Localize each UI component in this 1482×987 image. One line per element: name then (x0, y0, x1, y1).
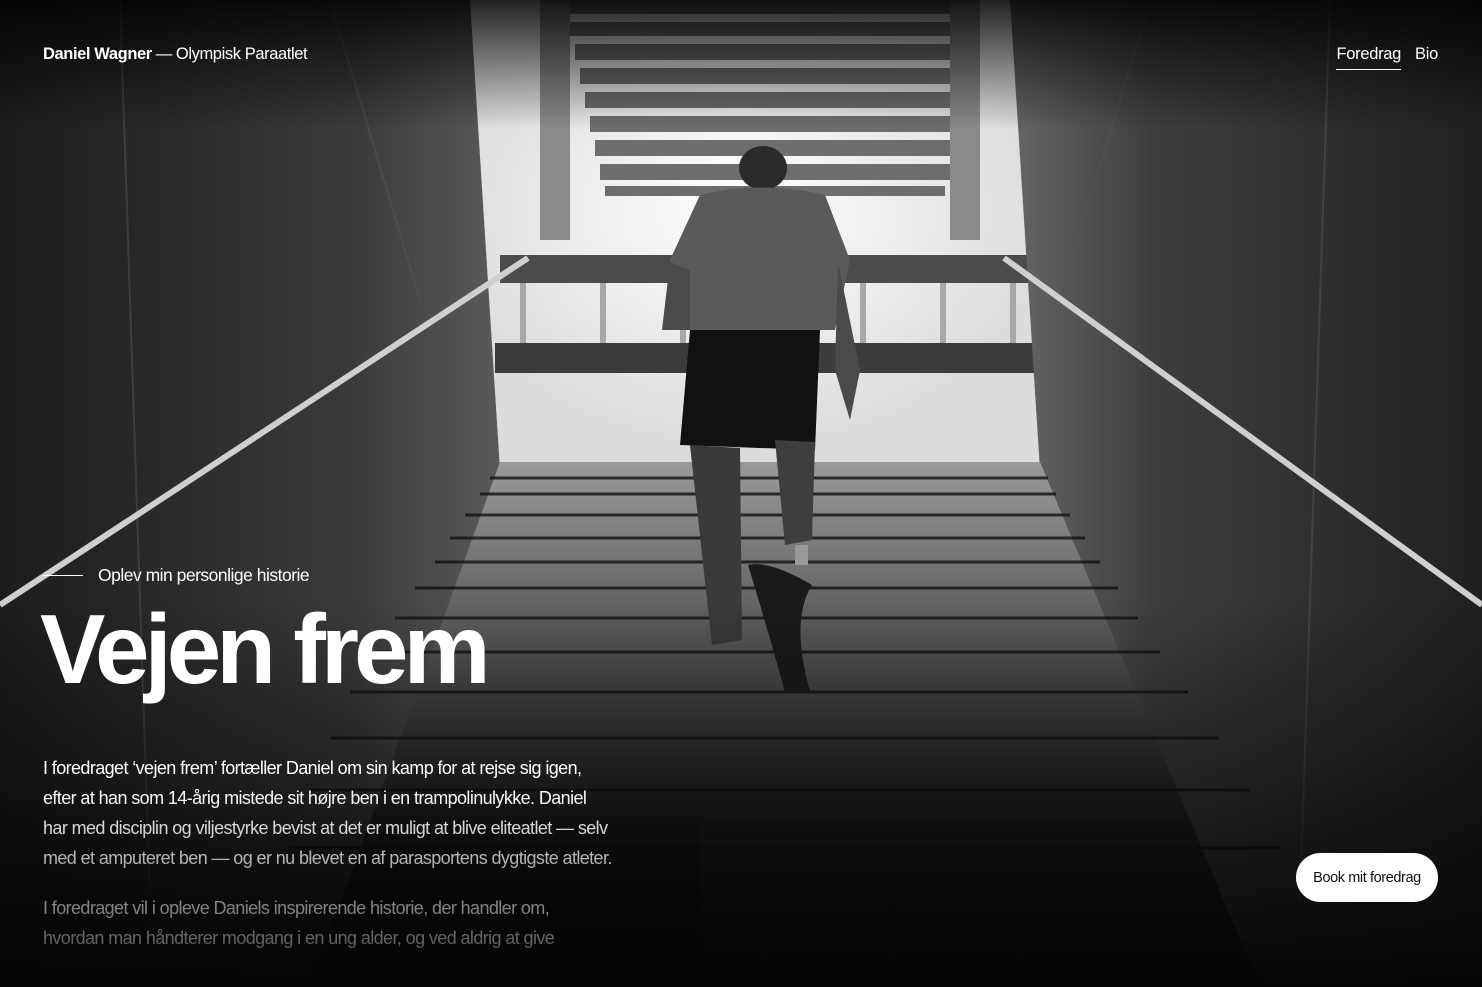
hero-description: I foredraget ‘vejen frem’ fortæller Dani… (43, 753, 613, 973)
brand[interactable]: Daniel Wagner — Olympisk Paraatlet (43, 45, 308, 64)
main-nav: Foredrag Bio (1336, 45, 1438, 70)
nav-item-bio[interactable]: Bio (1415, 45, 1438, 70)
hero-title: Vejen frem (40, 594, 491, 704)
nav-item-foredrag[interactable]: Foredrag (1336, 45, 1401, 70)
hero-paragraph: I foredraget ‘vejen frem’ fortæller Dani… (43, 758, 612, 868)
brand-separator: — (155, 45, 173, 63)
book-talk-button[interactable]: Book mit foredrag (1296, 853, 1438, 902)
brand-name: Daniel Wagner (43, 45, 152, 63)
eyebrow-text: Oplev min personlige historie (98, 565, 310, 585)
hero-paragraph: I foredraget vil i opleve Daniels inspir… (43, 898, 555, 948)
brand-tagline: Olympisk Paraatlet (175, 45, 308, 63)
eyebrow-rule (43, 575, 83, 576)
hero-eyebrow: Oplev min personlige historie (43, 565, 310, 586)
page: Daniel Wagner — Olympisk Paraatlet Foredra… (0, 0, 1482, 987)
